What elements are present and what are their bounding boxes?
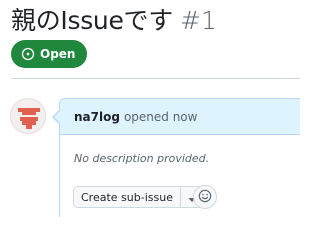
issue-page: 親のIssueです #1 Open na7log opened now No d… <box>0 0 300 217</box>
issue-comment: na7log opened now No description provide… <box>59 98 300 217</box>
issue-state-badge: Open <box>11 40 88 68</box>
issue-opened-icon <box>21 47 35 61</box>
issue-title: 親のIssueです <box>11 6 173 35</box>
sub-issue-button-group: Create sub-issue <box>73 186 204 208</box>
comment-body: No description provided. <box>74 152 210 165</box>
comment-timestamp: opened now <box>123 109 198 124</box>
author-avatar[interactable] <box>10 98 46 134</box>
issue-number: #1 <box>179 6 217 35</box>
comment-author-link[interactable]: na7log <box>74 110 120 124</box>
comment-pointer-fill <box>54 111 60 123</box>
comment-header: na7log opened now <box>60 99 300 135</box>
issue-state-label: Open <box>40 47 76 61</box>
smiley-icon <box>198 188 212 207</box>
issue-title-row: 親のIssueです #1 <box>11 1 217 37</box>
create-sub-issue-button[interactable]: Create sub-issue <box>74 187 180 207</box>
header-divider <box>11 78 300 79</box>
add-reaction-button[interactable] <box>193 185 217 209</box>
